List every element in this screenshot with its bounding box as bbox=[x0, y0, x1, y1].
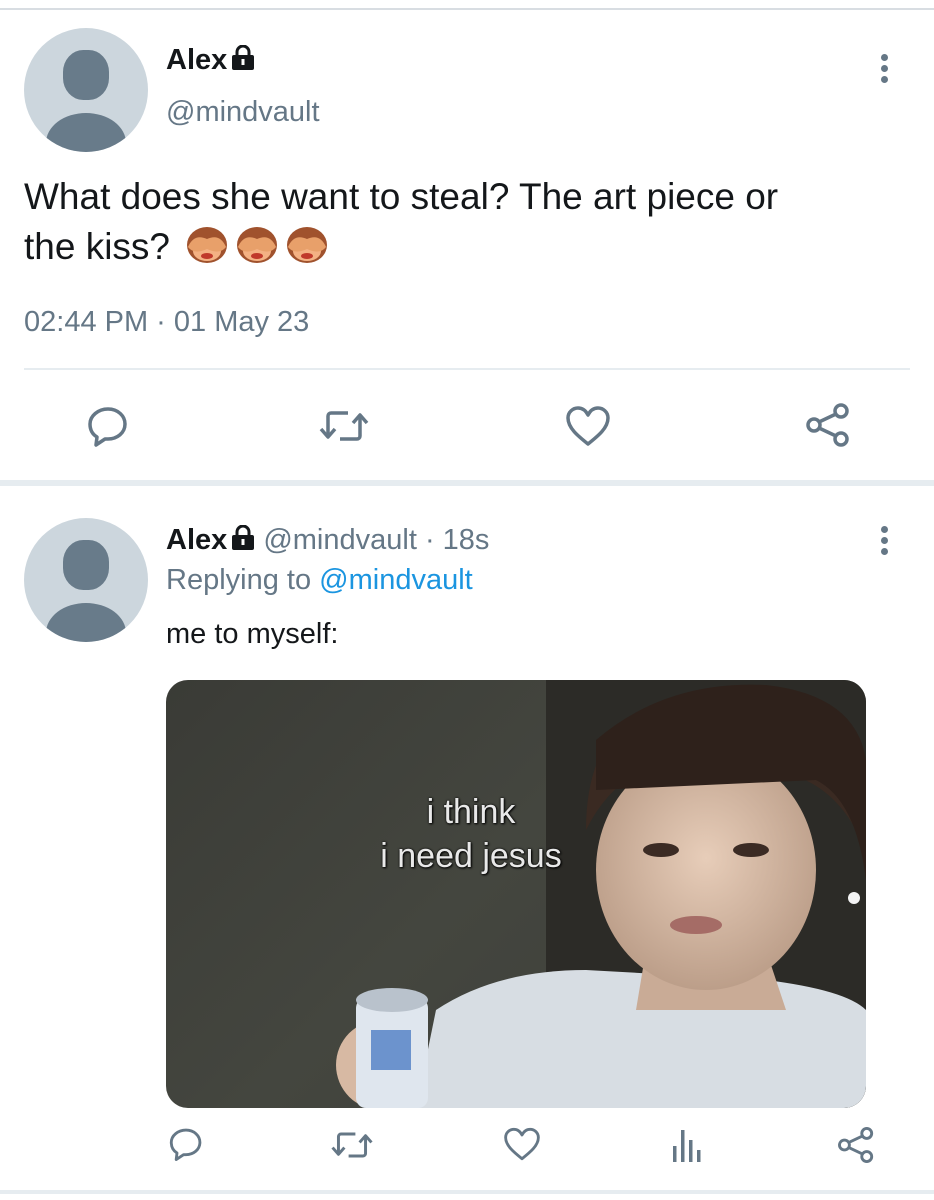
tweet-text-line: the kiss? bbox=[24, 222, 914, 272]
author-name[interactable]: Alex bbox=[166, 44, 255, 77]
reply-header: Alex @mindvault · 18s bbox=[166, 524, 489, 557]
tweet-media-image[interactable]: i think i need jesus bbox=[166, 680, 866, 1108]
share-icon[interactable] bbox=[804, 402, 852, 448]
tweet-text: What does she want to steal? The art pie… bbox=[24, 172, 914, 272]
see-no-evil-monkey-icon bbox=[237, 227, 278, 263]
share-icon[interactable] bbox=[836, 1126, 876, 1164]
retweet-icon[interactable] bbox=[330, 1128, 374, 1162]
analytics-icon[interactable] bbox=[670, 1126, 706, 1164]
lock-icon bbox=[232, 45, 255, 70]
lock-icon bbox=[232, 525, 255, 550]
top-divider bbox=[0, 8, 934, 10]
bottom-divider bbox=[0, 1190, 934, 1194]
tweet-text-line: What does she want to steal? The art pie… bbox=[24, 176, 779, 217]
like-icon[interactable] bbox=[564, 404, 612, 448]
media-caption: i think i need jesus bbox=[346, 790, 596, 878]
retweet-icon[interactable] bbox=[318, 406, 370, 446]
replying-to-link[interactable]: @mindvault bbox=[319, 564, 473, 596]
media-caption-line: i think bbox=[426, 793, 516, 831]
section-separator bbox=[0, 480, 934, 486]
author-handle[interactable]: @mindvault bbox=[166, 96, 320, 129]
reply-icon[interactable] bbox=[86, 404, 130, 448]
reply-text: me to myself: bbox=[166, 618, 339, 650]
media-photo bbox=[336, 680, 866, 1108]
author-name[interactable]: Alex bbox=[166, 524, 227, 556]
reply-icon[interactable] bbox=[168, 1126, 204, 1162]
see-no-evil-monkey-icon bbox=[287, 227, 328, 263]
more-options-icon[interactable] bbox=[879, 526, 889, 559]
media-caption-line: i need jesus bbox=[380, 837, 562, 875]
avatar[interactable] bbox=[24, 28, 148, 152]
divider bbox=[24, 368, 910, 370]
author-handle-time[interactable]: @mindvault · 18s bbox=[263, 524, 489, 556]
tweet-timestamp[interactable]: 02:44 PM · 01 May 23 bbox=[24, 306, 309, 339]
replying-to: Replying to @mindvault bbox=[166, 564, 473, 596]
see-no-evil-monkey-icon bbox=[187, 227, 228, 263]
like-icon[interactable] bbox=[502, 1126, 542, 1162]
avatar[interactable] bbox=[24, 518, 148, 642]
more-options-icon[interactable] bbox=[879, 54, 889, 87]
